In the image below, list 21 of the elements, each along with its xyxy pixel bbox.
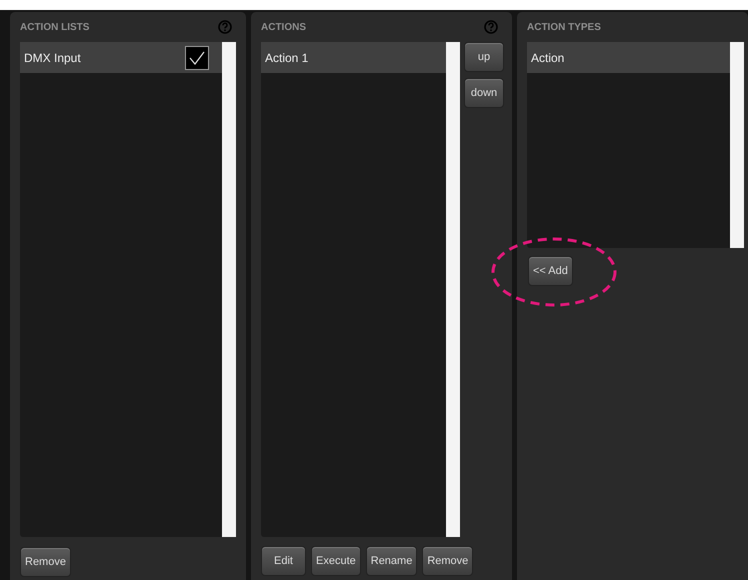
move-down-button[interactable]: down	[464, 78, 504, 108]
help-icon[interactable]	[218, 20, 232, 34]
scrollbar[interactable]	[730, 42, 744, 248]
action-button[interactable]: Execute	[311, 546, 361, 576]
scrollbar[interactable]	[222, 42, 236, 537]
action-button[interactable]: Remove	[20, 547, 71, 577]
panel-title: ACTIONS	[261, 22, 306, 32]
list-item[interactable]: Action 1	[261, 42, 446, 73]
list-item[interactable]: DMX Input	[20, 42, 222, 73]
action-button[interactable]: Remove	[422, 546, 474, 576]
scrollbar[interactable]	[446, 42, 460, 537]
checkmark-icon	[189, 50, 205, 64]
add-button[interactable]: << Add	[528, 256, 573, 286]
panel-title: ACTION LISTS	[20, 22, 90, 32]
checkbox[interactable]	[185, 46, 209, 70]
list-item[interactable]: Action	[527, 42, 730, 73]
panel-title: ACTION TYPES	[527, 22, 601, 32]
action-button[interactable]: Edit	[261, 546, 306, 576]
action-button[interactable]: Rename	[366, 546, 418, 576]
move-up-button[interactable]: up	[464, 42, 504, 72]
help-icon[interactable]	[484, 20, 498, 34]
